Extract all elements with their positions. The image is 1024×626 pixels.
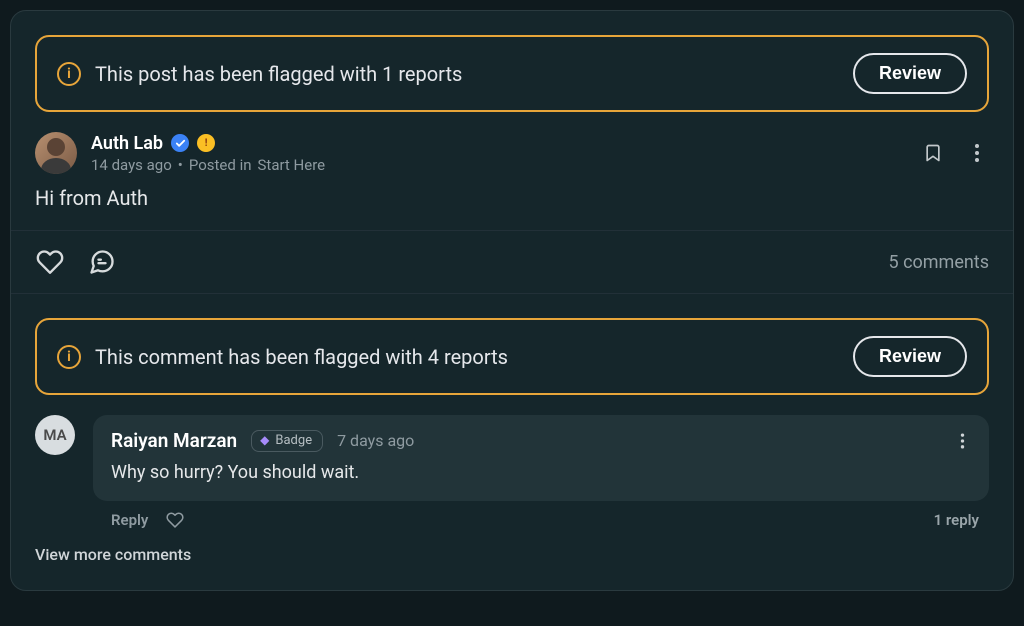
- post-flag-text: This post has been flagged with 1 report…: [95, 62, 839, 86]
- like-heart-icon[interactable]: [35, 247, 65, 277]
- comment-time: 7 days ago: [337, 431, 414, 450]
- info-icon: i: [57, 62, 81, 86]
- comment-more-icon[interactable]: [953, 432, 971, 450]
- comment-author-avatar[interactable]: MA: [35, 415, 75, 455]
- comment-review-button[interactable]: Review: [853, 336, 967, 377]
- view-more-comments[interactable]: View more comments: [11, 529, 1013, 570]
- post-header: Auth Lab ! 14 days ago • Posted in Start…: [11, 112, 1013, 186]
- comment-row: MA Raiyan Marzan ◆ Badge 7 days ago Why …: [11, 395, 1013, 501]
- verified-badge-icon: [171, 134, 189, 152]
- reply-button[interactable]: Reply: [111, 511, 148, 529]
- posted-in-prefix: Posted in: [189, 156, 252, 174]
- post-more-icon[interactable]: [965, 141, 989, 165]
- post-meta: 14 days ago • Posted in Start Here: [91, 156, 907, 174]
- posted-in-link[interactable]: Start Here: [258, 156, 326, 174]
- bookmark-icon[interactable]: [921, 141, 945, 165]
- comment-badge: ◆ Badge: [251, 430, 323, 452]
- post-body: Hi from Auth: [11, 186, 1013, 230]
- post-action-bar: 5 comments: [11, 230, 1013, 294]
- meta-separator: •: [178, 156, 183, 174]
- post-author-avatar[interactable]: [35, 132, 77, 174]
- comment-actions: Reply 1 reply: [11, 501, 1013, 529]
- post-review-button[interactable]: Review: [853, 53, 967, 94]
- reply-count[interactable]: 1 reply: [934, 511, 979, 529]
- comment-flag-text: This comment has been flagged with 4 rep…: [95, 345, 839, 369]
- author-block: Auth Lab ! 14 days ago • Posted in Start…: [91, 133, 907, 174]
- comment-body: Why so hurry? You should wait.: [111, 462, 971, 483]
- badge-label: Badge: [275, 433, 312, 448]
- post-flag-banner: i This post has been flagged with 1 repo…: [35, 35, 989, 112]
- comment-author-name[interactable]: Raiyan Marzan: [111, 429, 237, 452]
- award-badge-icon: !: [197, 134, 215, 152]
- comment-bubble: Raiyan Marzan ◆ Badge 7 days ago Why so …: [93, 415, 989, 501]
- comment-flag-banner: i This comment has been flagged with 4 r…: [35, 318, 989, 395]
- post-time: 14 days ago: [91, 156, 172, 174]
- comment-bubble-icon[interactable]: [87, 247, 117, 277]
- comments-section: i This comment has been flagged with 4 r…: [11, 318, 1013, 590]
- comment-header: Raiyan Marzan ◆ Badge 7 days ago: [111, 429, 971, 452]
- comment-like-heart-icon[interactable]: [166, 511, 184, 529]
- author-line: Auth Lab !: [91, 133, 907, 154]
- info-icon: i: [57, 345, 81, 369]
- badge-diamond-icon: ◆: [260, 434, 269, 446]
- post-header-actions: [921, 141, 989, 165]
- post-author-name[interactable]: Auth Lab: [91, 133, 163, 154]
- post-card: i This post has been flagged with 1 repo…: [10, 10, 1014, 591]
- comments-count[interactable]: 5 comments: [888, 252, 989, 273]
